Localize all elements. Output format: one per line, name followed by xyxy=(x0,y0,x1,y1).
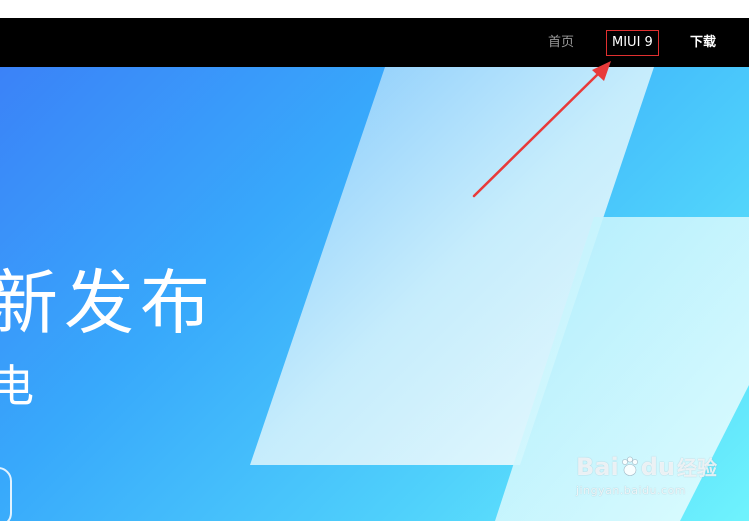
watermark-logo-bai: Bai xyxy=(576,453,619,481)
watermark-logo: Bai du 经验 xyxy=(576,452,717,481)
nav-item-download[interactable]: 下载 xyxy=(690,18,716,67)
watermark-logo-cn: 经验 xyxy=(676,456,717,480)
annotation-highlight-box xyxy=(606,30,659,56)
hero-subtitle: 电 xyxy=(0,361,34,412)
hero-action-button[interactable] xyxy=(0,467,12,521)
baidu-paw-icon xyxy=(621,456,638,476)
baidu-jingyan-watermark: Bai du 经验 jingyan.baidu.com xyxy=(576,440,726,506)
nav-item-home[interactable]: 首页 xyxy=(548,18,574,67)
watermark-url: jingyan.baidu.com xyxy=(576,484,687,497)
hero-title: 新发布 xyxy=(0,262,216,344)
top-whitespace xyxy=(0,0,749,18)
watermark-logo-du: du xyxy=(640,453,675,481)
